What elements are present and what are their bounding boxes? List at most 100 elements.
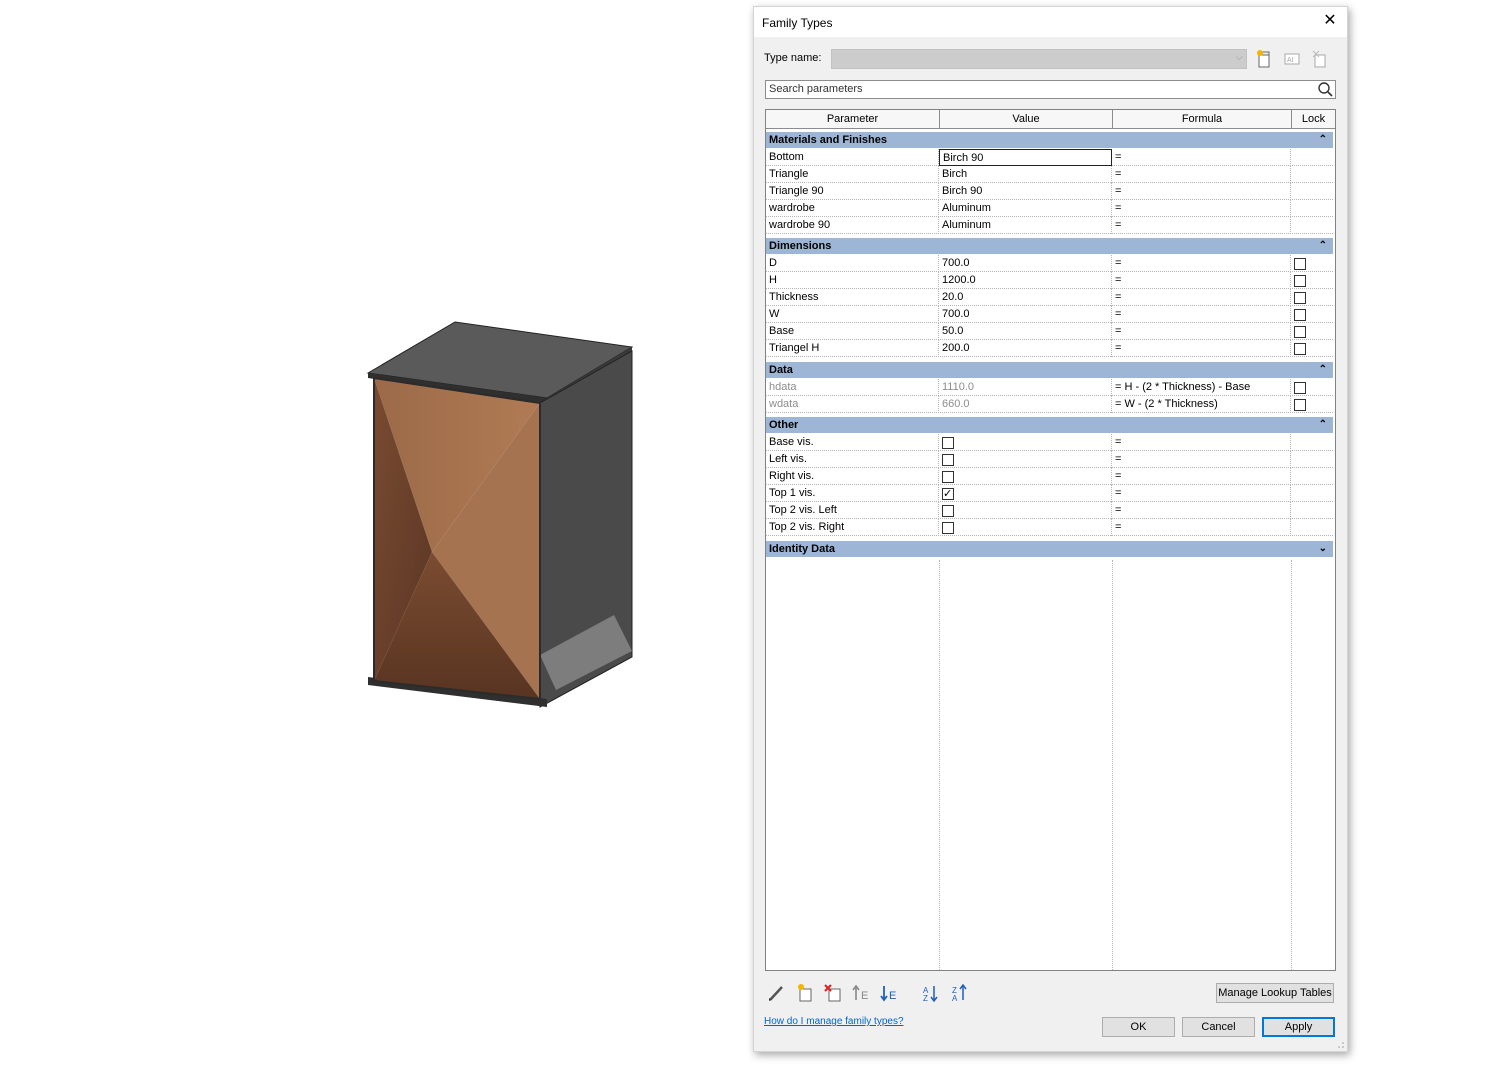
param-value[interactable]: Birch (939, 166, 1112, 183)
param-value[interactable]: 20.0 (939, 289, 1112, 306)
param-formula[interactable]: = (1112, 289, 1291, 306)
manage-lookup-tables-button[interactable]: Manage Lookup Tables (1216, 983, 1334, 1003)
move-down-icon[interactable]: E (878, 982, 900, 1004)
group-materials-and-finishes[interactable]: Materials and Finishes ⌃ (766, 132, 1333, 148)
param-value[interactable]: Aluminum (939, 200, 1112, 217)
value-checkbox[interactable] (942, 437, 954, 449)
value-checkbox-checked[interactable] (942, 486, 954, 502)
param-row[interactable]: Triangel H 200.0 = (766, 340, 1333, 357)
column-header-value[interactable]: Value (940, 110, 1113, 129)
param-formula[interactable]: = (1112, 451, 1291, 468)
type-name-combo[interactable]: ⌵ (831, 49, 1247, 69)
param-formula[interactable]: = (1112, 149, 1291, 166)
param-value[interactable]: 700.0 (939, 255, 1112, 272)
expand-icon[interactable]: ⌄ (1319, 541, 1327, 557)
param-formula[interactable]: = (1112, 217, 1291, 234)
edit-parameter-icon[interactable] (765, 982, 787, 1004)
cancel-button[interactable]: Cancel (1182, 1017, 1255, 1037)
collapse-icon[interactable]: ⌃ (1319, 238, 1327, 254)
search-parameters-input[interactable]: Search parameters (765, 80, 1336, 99)
sort-descending-icon[interactable]: Z A (949, 982, 971, 1004)
param-row[interactable]: hdata 1110.0 = H - (2 * Thickness) - Bas… (766, 379, 1333, 396)
param-row[interactable]: Bottom Birch 90 = (766, 149, 1333, 166)
value-checkbox[interactable] (942, 505, 954, 517)
close-icon[interactable]: ✕ (1319, 11, 1341, 33)
model-viewport[interactable] (0, 0, 750, 1080)
param-row[interactable]: Triangle 90 Birch 90 = (766, 183, 1333, 200)
param-row[interactable]: Top 1 vis. = (766, 485, 1333, 502)
search-icon[interactable] (1317, 81, 1334, 98)
param-value[interactable]: Birch 90 (939, 183, 1112, 200)
column-header-parameter[interactable]: Parameter (766, 110, 940, 129)
value-checkbox[interactable] (942, 522, 954, 534)
param-formula[interactable]: = (1112, 272, 1291, 289)
column-header-lock[interactable]: Lock (1292, 110, 1335, 129)
resize-grip-icon[interactable] (1337, 1041, 1345, 1049)
param-row[interactable]: Base 50.0 = (766, 323, 1333, 340)
param-row[interactable]: Thickness 20.0 = (766, 289, 1333, 306)
delete-parameter-icon[interactable] (822, 982, 844, 1004)
new-type-icon[interactable] (1254, 49, 1274, 69)
move-up-icon[interactable]: E (850, 982, 872, 1004)
param-row[interactable]: D 700.0 = (766, 255, 1333, 272)
value-checkbox[interactable] (942, 471, 954, 483)
group-identity-data[interactable]: Identity Data ⌄ (766, 541, 1333, 557)
param-row[interactable]: wdata 660.0 = W - (2 * Thickness) (766, 396, 1333, 413)
rename-type-icon[interactable]: AI (1282, 49, 1302, 69)
collapse-icon[interactable]: ⌃ (1319, 132, 1327, 148)
param-formula[interactable]: = (1112, 468, 1291, 485)
param-value[interactable]: 200.0 (939, 340, 1112, 357)
group-dimensions[interactable]: Dimensions ⌃ (766, 238, 1333, 254)
lock-checkbox[interactable] (1294, 292, 1306, 304)
collapse-icon[interactable]: ⌃ (1319, 417, 1327, 433)
param-formula[interactable]: = (1112, 519, 1291, 536)
param-formula[interactable]: = (1112, 502, 1291, 519)
param-formula[interactable]: = (1112, 255, 1291, 272)
param-row[interactable]: W 700.0 = (766, 306, 1333, 323)
param-value[interactable]: 700.0 (939, 306, 1112, 323)
sort-ascending-icon[interactable]: A Z (920, 982, 942, 1004)
param-row[interactable]: Triangle Birch = (766, 166, 1333, 183)
lock-checkbox[interactable] (1294, 275, 1306, 287)
param-formula[interactable]: = W - (2 * Thickness) (1112, 396, 1291, 413)
param-formula[interactable]: = (1112, 485, 1291, 502)
param-row[interactable]: H 1200.0 = (766, 272, 1333, 289)
param-row[interactable]: wardrobe 90 Aluminum = (766, 217, 1333, 234)
collapse-icon[interactable]: ⌃ (1319, 362, 1327, 378)
apply-button[interactable]: Apply (1262, 1017, 1335, 1037)
param-formula[interactable]: = (1112, 306, 1291, 323)
lock-checkbox[interactable] (1294, 309, 1306, 321)
param-value[interactable]: 1200.0 (939, 272, 1112, 289)
param-value[interactable]: Aluminum (939, 217, 1112, 234)
param-row[interactable]: Base vis. = (766, 434, 1333, 451)
param-row[interactable]: wardrobe Aluminum = (766, 200, 1333, 217)
column-header-formula[interactable]: Formula (1113, 110, 1292, 129)
lock-checkbox[interactable] (1294, 326, 1306, 338)
param-formula[interactable]: = (1112, 166, 1291, 183)
param-value[interactable]: Birch 90 (939, 149, 1112, 166)
new-parameter-icon[interactable] (794, 982, 816, 1004)
param-formula[interactable]: = (1112, 434, 1291, 451)
param-formula[interactable]: = (1112, 183, 1291, 200)
param-row[interactable]: Left vis. = (766, 451, 1333, 468)
lock-checkbox[interactable] (1294, 382, 1306, 394)
dialog-titlebar[interactable]: Family Types ✕ (754, 7, 1347, 37)
value-checkbox[interactable] (942, 454, 954, 466)
param-formula[interactable]: = (1112, 200, 1291, 217)
ok-button[interactable]: OK (1102, 1017, 1175, 1037)
delete-type-icon[interactable] (1310, 49, 1330, 69)
lock-checkbox[interactable] (1294, 258, 1306, 270)
param-row[interactable]: Right vis. = (766, 468, 1333, 485)
param-formula[interactable]: = (1112, 323, 1291, 340)
help-link[interactable]: How do I manage family types? (764, 1016, 904, 1027)
group-other[interactable]: Other ⌃ (766, 417, 1333, 433)
lock-checkbox[interactable] (1294, 399, 1306, 411)
param-formula[interactable]: = H - (2 * Thickness) - Base (1112, 379, 1291, 396)
wardrobe-3d-model[interactable] (360, 315, 650, 715)
lock-checkbox[interactable] (1294, 343, 1306, 355)
param-value[interactable]: 50.0 (939, 323, 1112, 340)
param-formula[interactable]: = (1112, 340, 1291, 357)
param-row[interactable]: Top 2 vis. Right = (766, 519, 1333, 536)
group-data[interactable]: Data ⌃ (766, 362, 1333, 378)
param-row[interactable]: Top 2 vis. Left = (766, 502, 1333, 519)
